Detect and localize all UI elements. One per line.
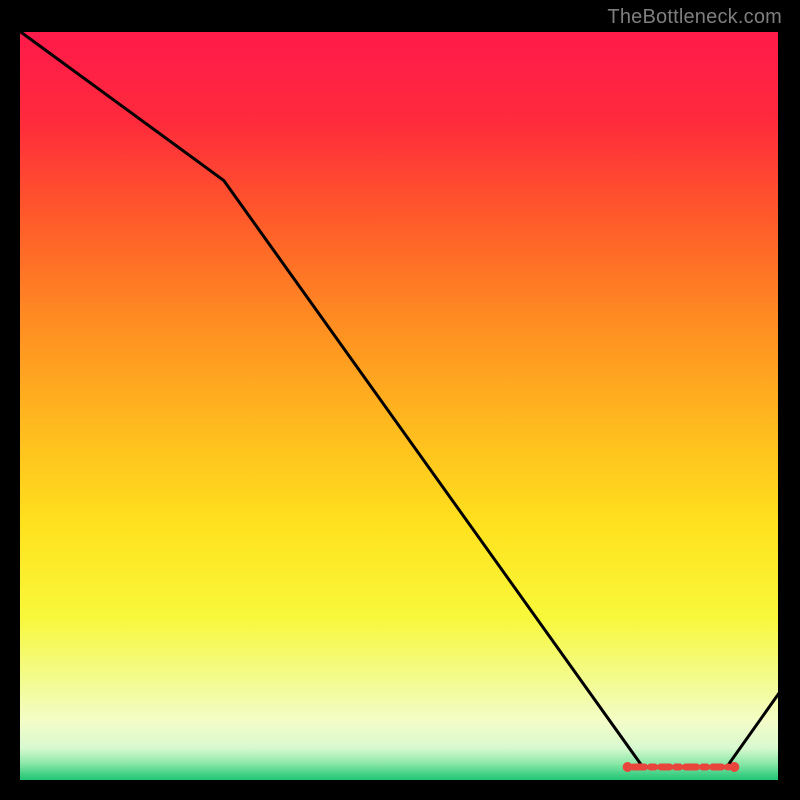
attribution-text: TheBottleneck.com	[607, 6, 782, 29]
chart-background	[18, 30, 780, 782]
chart-container	[18, 30, 780, 782]
bottleneck-chart	[18, 30, 780, 782]
